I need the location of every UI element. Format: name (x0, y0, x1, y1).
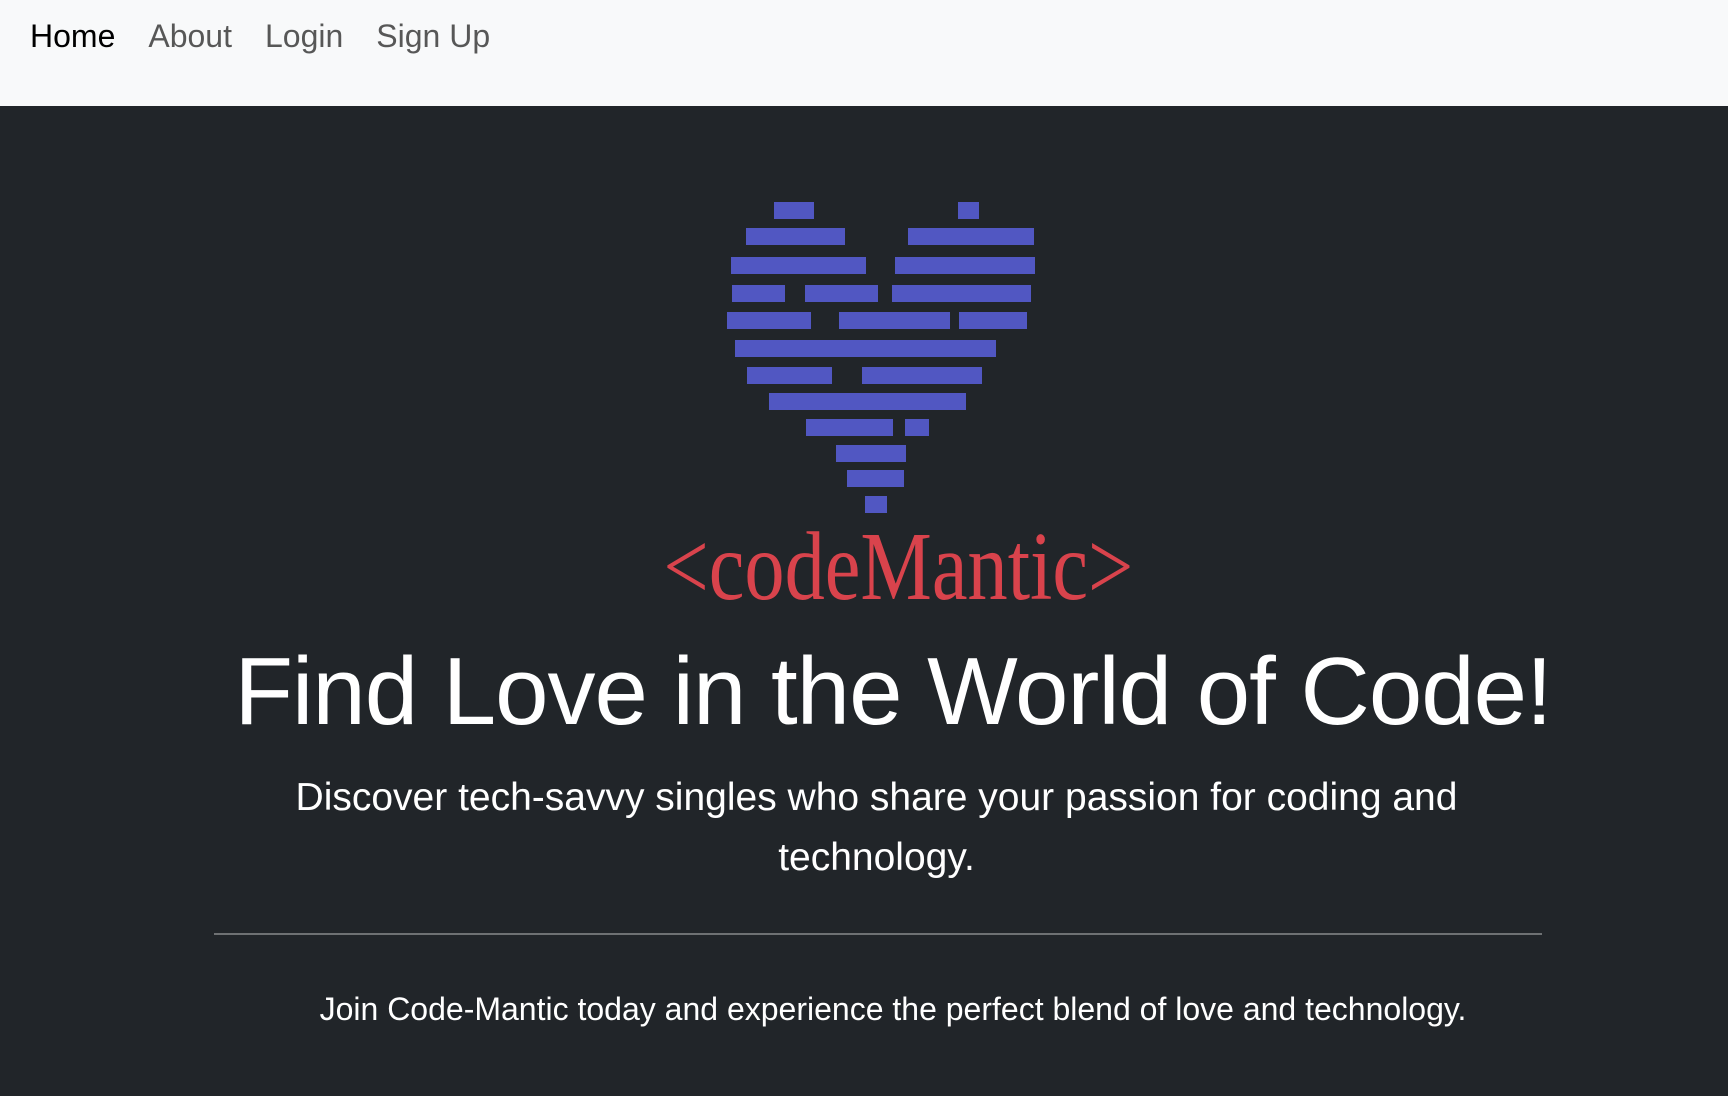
hero-headline: Find Love in the World of Code! (234, 638, 1552, 745)
join-call-to-action-text: Join Code-Mantic today and experience th… (319, 991, 1467, 1027)
nav-login-link[interactable]: Login (265, 14, 376, 58)
nav-home-link[interactable]: Home (30, 14, 148, 58)
hero-section: <codeMantic> Find Love in the World of C… (0, 106, 1728, 1096)
navbar: Home About Login Sign Up (0, 0, 1728, 106)
nav-links: Home About Login Sign Up (30, 14, 523, 58)
nav-about-link[interactable]: About (148, 14, 265, 58)
brand-logo-text: <codeMantic> (663, 513, 1134, 621)
section-divider (214, 933, 1542, 935)
hero-lead-text: Discover tech-savvy singles who share yo… (295, 776, 1458, 879)
code-heart-logo-icon (727, 202, 1035, 513)
nav-signup-link[interactable]: Sign Up (376, 14, 523, 58)
